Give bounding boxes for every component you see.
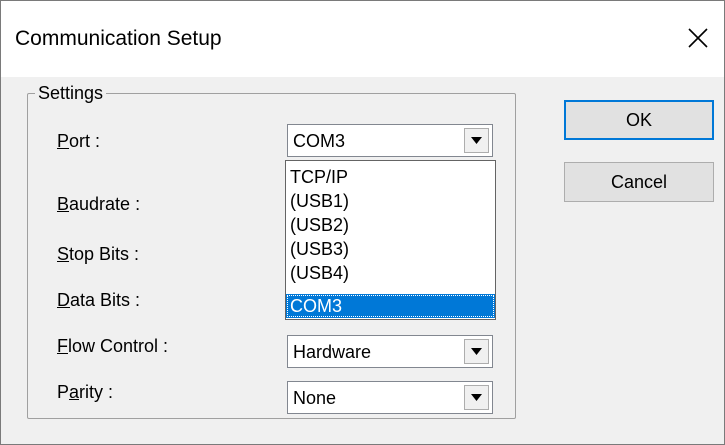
communication-setup-dialog: Communication Setup Settings Port : COM3… — [0, 0, 725, 445]
port-dropdown-button[interactable] — [464, 128, 489, 153]
port-label: Port : — [57, 131, 101, 151]
parity-value: None — [293, 388, 337, 408]
close-icon — [688, 28, 708, 48]
ok-button[interactable]: OK — [564, 100, 714, 140]
baudrate-label: Baudrate : — [57, 194, 141, 214]
parity-combo[interactable]: None — [287, 381, 493, 414]
port-option-usb3[interactable]: (USB3) — [286, 237, 495, 261]
stop-bits-label: Stop Bits : — [57, 244, 140, 264]
parity-label: Parity : — [57, 382, 114, 402]
port-option-usb2[interactable]: (USB2) — [286, 213, 495, 237]
window-title: Communication Setup — [15, 27, 222, 50]
chevron-down-icon — [471, 137, 482, 144]
settings-group-title: Settings — [35, 83, 107, 104]
port-value: COM3 — [293, 131, 346, 151]
flow-control-combo[interactable]: Hardware — [287, 335, 493, 368]
port-dropdown-list: TCP/IP (USB1) (USB2) (USB3) (USB4) COM3 — [285, 160, 496, 320]
port-option-usb1[interactable]: (USB1) — [286, 189, 495, 213]
cancel-button[interactable]: Cancel — [564, 162, 714, 202]
flow-control-label: Flow Control : — [57, 336, 169, 356]
title-bar: Communication Setup — [1, 1, 724, 77]
chevron-down-icon — [471, 348, 482, 355]
port-option-usb4[interactable]: (USB4) — [286, 261, 495, 285]
chevron-down-icon — [471, 394, 482, 401]
flow-control-value: Hardware — [293, 342, 372, 362]
flow-control-dropdown-button[interactable] — [464, 339, 489, 364]
port-option-tcpip[interactable]: TCP/IP — [286, 165, 495, 189]
data-bits-label: Data Bits : — [57, 290, 141, 310]
parity-dropdown-button[interactable] — [464, 385, 489, 410]
port-option-com3[interactable]: COM3 — [286, 294, 495, 318]
close-button[interactable] — [672, 15, 724, 61]
port-combo[interactable]: COM3 — [287, 124, 493, 157]
